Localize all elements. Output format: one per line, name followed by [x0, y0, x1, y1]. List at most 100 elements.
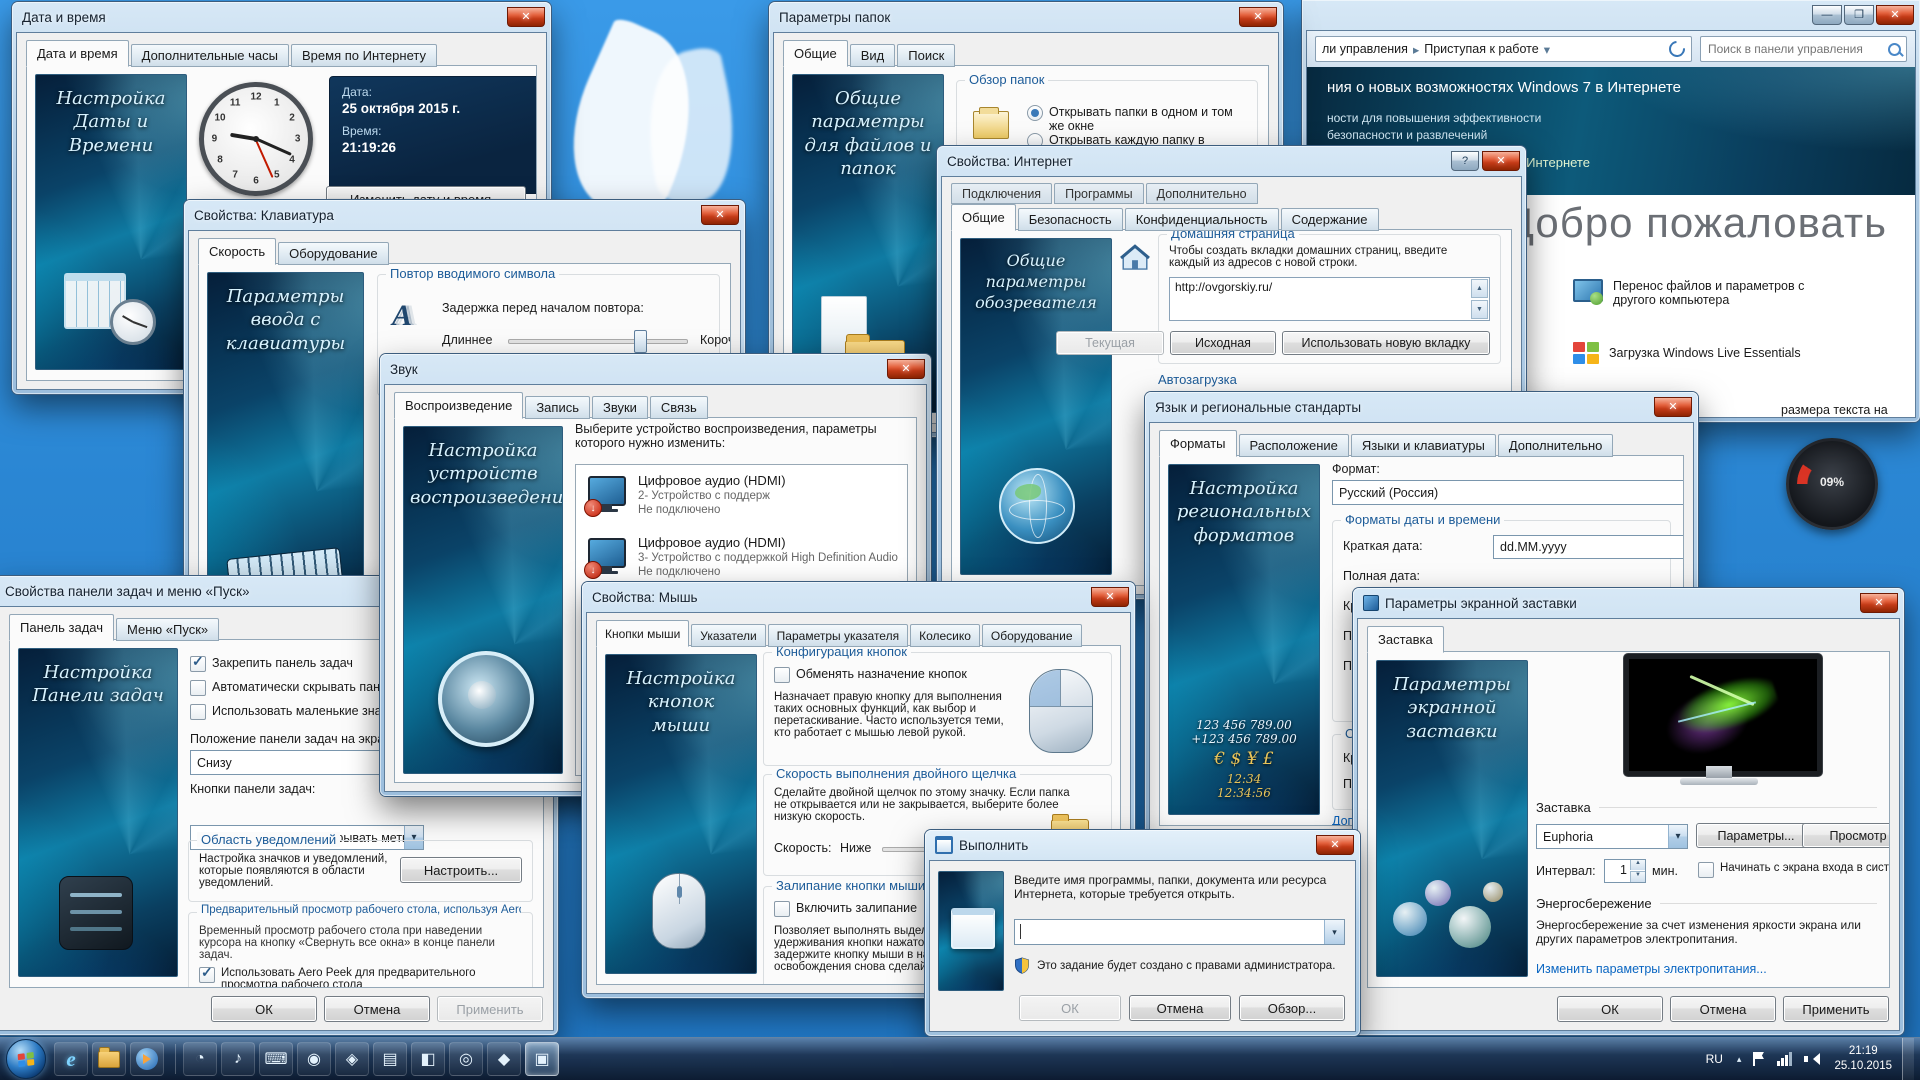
run-task-icon[interactable]: ▣	[525, 1042, 559, 1076]
ok-button[interactable]: ОК	[1019, 995, 1121, 1021]
tab-sounds[interactable]: Звуки	[592, 396, 648, 419]
tab-view[interactable]: Вид	[850, 44, 896, 67]
desktop-gadget-meter[interactable]: 09%	[1786, 438, 1878, 530]
tab-location[interactable]: Расположение	[1239, 434, 1349, 457]
tab-general[interactable]: Общие	[951, 204, 1016, 231]
keyboard-applet-icon[interactable]: ⌨	[259, 1042, 293, 1076]
tab-hardware[interactable]: Оборудование	[278, 242, 388, 265]
chevron-down-icon[interactable]: ▾	[1544, 42, 1550, 57]
run-titlebar[interactable]: Выполнить ✕	[925, 830, 1360, 860]
tab-keyboards[interactable]: Языки и клавиатуры	[1351, 434, 1496, 457]
help-button[interactable]: ?	[1451, 151, 1479, 171]
apply-button[interactable]: Применить	[437, 996, 543, 1022]
checkbox-icon[interactable]	[1698, 862, 1714, 878]
interval-spinner[interactable]: 1 ▲ ▼	[1604, 859, 1646, 883]
breadcrumb-page[interactable]: Приступая к работе	[1424, 42, 1538, 56]
tab-privacy[interactable]: Конфиденциальность	[1125, 208, 1279, 231]
use-new-tab-button[interactable]: Использовать новую вкладку	[1282, 331, 1490, 355]
folder-options-titlebar[interactable]: Параметры папок ✕	[769, 2, 1283, 32]
checkbox-swap-buttons[interactable]: Обменять назначение кнопок	[774, 667, 967, 683]
slider-thumb[interactable]	[634, 330, 647, 353]
refresh-icon[interactable]	[1666, 38, 1689, 61]
personalization-applet-icon[interactable]: ◆	[487, 1042, 521, 1076]
radio-icon[interactable]	[1027, 105, 1043, 121]
tab-playback[interactable]: Воспроизведение	[394, 392, 523, 419]
region-titlebar[interactable]: Язык и региональные стандарты ✕	[1145, 392, 1698, 422]
checkbox-aero-peek[interactable]: Использовать Aero Peek для предварительн…	[199, 967, 524, 988]
tab-programs[interactable]: Программы	[1054, 183, 1144, 204]
browse-button[interactable]: Обзор...	[1239, 995, 1345, 1021]
ok-button[interactable]: ОК	[1557, 996, 1663, 1022]
tab-recording[interactable]: Запись	[525, 396, 590, 419]
getting-started-item-partial[interactable]: размера текста на	[1781, 403, 1888, 417]
tab-advanced[interactable]: Дополнительно	[1146, 183, 1258, 204]
close-button[interactable]: ✕	[1876, 5, 1914, 25]
tab-datetime[interactable]: Дата и время	[26, 40, 129, 67]
scroll-down-icon[interactable]: ▼	[1471, 300, 1488, 319]
cancel-button[interactable]: Отмена	[1670, 996, 1776, 1022]
internet-explorer-icon[interactable]: e	[54, 1042, 88, 1076]
tab-pointers[interactable]: Указатели	[691, 624, 765, 647]
address-bar[interactable]: ли управления ▸ Приступая к работе ▾	[1315, 36, 1692, 62]
tray-expand-icon[interactable]: ▴	[1737, 1054, 1742, 1065]
use-default-button[interactable]: Исходная	[1170, 331, 1276, 355]
screensaver-preview-button[interactable]: Просмотр	[1802, 823, 1890, 848]
search-box[interactable]	[1700, 36, 1907, 62]
power-applet-icon[interactable]: ◎	[449, 1042, 483, 1076]
action-center-flag-icon[interactable]	[1753, 1052, 1765, 1066]
device-list-item[interactable]: ↓ Цифровое аудио (HDMI) 2- Устройство с …	[576, 465, 907, 527]
tab-connections[interactable]: Подключения	[951, 183, 1052, 204]
sound-titlebar[interactable]: Звук ✕	[380, 354, 931, 384]
tab-formats[interactable]: Форматы	[1159, 430, 1237, 457]
close-button[interactable]: ✕	[507, 7, 545, 27]
tray-clock[interactable]: 21:19 25.10.2015	[1834, 1044, 1892, 1074]
search-icon[interactable]	[1888, 43, 1901, 56]
slider-track[interactable]	[508, 339, 688, 344]
tab-administrative[interactable]: Дополнительно	[1498, 434, 1614, 457]
tab-taskbar[interactable]: Панель задач	[9, 614, 114, 641]
search-input[interactable]	[1706, 41, 1888, 57]
repeat-delay-slider[interactable]	[508, 339, 688, 344]
datetime-applet-icon[interactable]: ◔	[183, 1042, 217, 1076]
start-button[interactable]	[6, 1039, 46, 1079]
region-applet-icon[interactable]: ◈	[335, 1042, 369, 1076]
run-input-combo[interactable]: ▾	[1014, 919, 1345, 945]
language-indicator[interactable]: RU	[1706, 1052, 1723, 1066]
volume-icon[interactable]	[1804, 1052, 1818, 1066]
keyboard-titlebar[interactable]: Свойства: Клавиатура ✕	[184, 200, 745, 230]
short-date-select[interactable]: dd.MM.yyyy	[1493, 535, 1684, 559]
item-label[interactable]: Загрузка Windows Live Essentials	[1609, 346, 1801, 360]
power-settings-link[interactable]: Изменить параметры электропитания...	[1536, 962, 1767, 976]
tab-screensaver[interactable]: Заставка	[1367, 626, 1444, 653]
close-button[interactable]: ✕	[887, 359, 925, 379]
checkbox-icon[interactable]	[774, 667, 790, 683]
use-current-button[interactable]: Текущая	[1056, 331, 1164, 355]
checkbox-icon[interactable]	[190, 704, 206, 720]
close-button[interactable]: ✕	[701, 205, 739, 225]
checkbox-icon[interactable]	[774, 901, 790, 917]
close-button[interactable]: ✕	[1482, 151, 1520, 171]
close-button[interactable]: ✕	[1654, 397, 1692, 417]
close-button[interactable]: ✕	[1860, 593, 1898, 613]
scroll-up-icon[interactable]: ▲	[1471, 279, 1488, 298]
tab-wheel[interactable]: Колесико	[910, 624, 980, 647]
folder-options-applet-icon[interactable]: ▤	[373, 1042, 407, 1076]
format-select[interactable]: Русский (Россия)	[1332, 480, 1684, 505]
tab-communications[interactable]: Связь	[650, 396, 708, 419]
tab-content[interactable]: Содержание	[1281, 208, 1379, 231]
internet-titlebar[interactable]: Свойства: Интернет ? ✕	[937, 146, 1526, 176]
media-player-icon[interactable]	[130, 1042, 164, 1076]
maximize-button[interactable]: ❐	[1844, 5, 1874, 25]
getting-started-item[interactable]: Перенос файлов и параметров с другого ко…	[1573, 279, 1823, 307]
tab-buttons[interactable]: Кнопки мыши	[596, 620, 689, 647]
tab-additional-clocks[interactable]: Дополнительные часы	[131, 44, 289, 67]
tab-speed[interactable]: Скорость	[198, 238, 276, 265]
spinner-up-icon[interactable]: ▲	[1630, 860, 1645, 870]
tab-hardware[interactable]: Оборудование	[982, 624, 1082, 647]
customize-button[interactable]: Настроить...	[400, 857, 522, 883]
screensaver-settings-button[interactable]: Параметры...	[1696, 823, 1816, 848]
tab-general[interactable]: Общие	[783, 40, 848, 67]
close-button[interactable]: ✕	[1091, 587, 1129, 607]
mouse-applet-icon[interactable]: ◉	[297, 1042, 331, 1076]
tab-search[interactable]: Поиск	[897, 44, 955, 67]
